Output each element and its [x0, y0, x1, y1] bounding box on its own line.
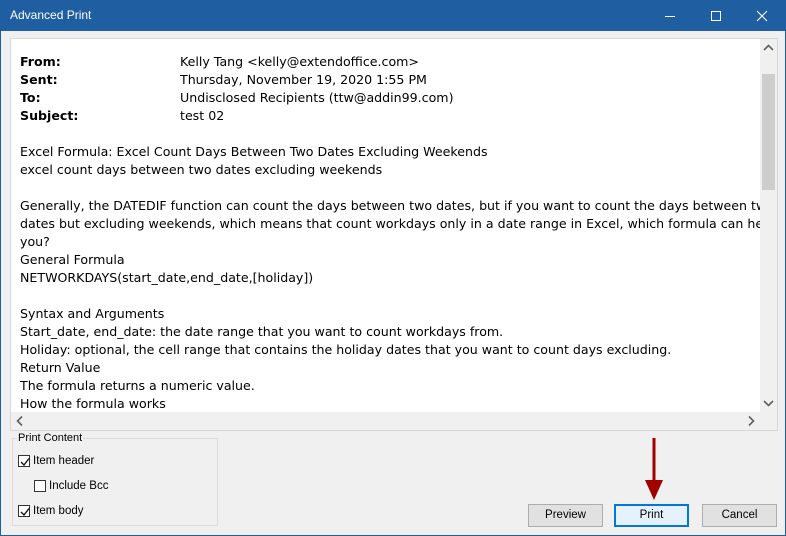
minimize-button[interactable] — [647, 1, 693, 31]
header-row-sent: Sent: Thursday, November 19, 2020 1:55 P… — [20, 71, 760, 89]
body-line: Return Value — [20, 360, 101, 375]
body-line: dates but excluding weekends, which mean… — [20, 216, 775, 231]
chevron-left-icon — [16, 415, 23, 427]
checkbox-box[interactable] — [34, 480, 46, 492]
chevron-down-icon — [763, 400, 774, 407]
advanced-print-dialog: Advanced Print From: Kelly Tang <kelly@e… — [0, 0, 786, 536]
checkbox-label: Include Bcc — [49, 480, 109, 492]
scroll-left-button[interactable] — [11, 412, 28, 430]
cancel-button[interactable]: Cancel — [702, 504, 777, 527]
close-icon — [756, 10, 768, 22]
horizontal-scrollbar[interactable] — [11, 412, 760, 430]
body-line: The formula returns a numeric value. — [20, 378, 255, 393]
maximize-button[interactable] — [693, 1, 739, 31]
scroll-right-button[interactable] — [743, 412, 760, 430]
scrollbar-corner — [760, 412, 777, 430]
body-line: General Formula — [20, 252, 125, 267]
header-value: Undisclosed Recipients (ttw@addin99.com) — [180, 90, 454, 105]
email-preview-pane[interactable]: From: Kelly Tang <kelly@extendoffice.com… — [10, 38, 778, 431]
preview-button[interactable]: Preview — [528, 504, 603, 527]
email-body: Excel Formula: Excel Count Days Between … — [20, 125, 775, 413]
header-value: test 02 — [180, 108, 225, 123]
body-line: Start_date, end_date: the date range tha… — [20, 324, 504, 339]
checkbox-label: Item body — [33, 505, 84, 517]
window-title: Advanced Print — [10, 8, 92, 22]
checkbox-box[interactable] — [18, 505, 30, 517]
header-label: From: — [20, 54, 61, 69]
chevron-right-icon — [748, 415, 755, 427]
header-label: To: — [20, 90, 41, 105]
title-bar[interactable]: Advanced Print — [1, 1, 785, 31]
minimize-icon — [665, 16, 675, 17]
print-content-group: Print Content Item header Include Bcc It… — [12, 432, 218, 526]
close-button[interactable] — [739, 1, 785, 31]
vertical-scrollbar[interactable] — [760, 39, 777, 412]
header-value: Thursday, November 19, 2020 1:55 PM — [180, 72, 427, 87]
body-line: Excel Formula: Excel Count Days Between … — [20, 144, 488, 159]
body-line: How the formula works — [20, 396, 166, 411]
header-label: Sent: — [20, 72, 58, 87]
body-line: Generally, the DATEDIF function can coun… — [20, 198, 774, 213]
chevron-up-icon — [763, 44, 774, 51]
email-content: From: Kelly Tang <kelly@extendoffice.com… — [20, 53, 775, 413]
body-line: Syntax and Arguments — [20, 306, 165, 321]
scroll-down-button[interactable] — [760, 395, 777, 412]
annotation-arrow-icon — [645, 438, 663, 500]
checkmark-icon — [20, 508, 30, 517]
scroll-thumb[interactable] — [762, 74, 775, 190]
header-row-from: From: Kelly Tang <kelly@extendoffice.com… — [20, 53, 760, 71]
checkbox-label: Item header — [33, 455, 95, 467]
group-label: Print Content — [17, 432, 84, 444]
header-row-to: To: Undisclosed Recipients (ttw@addin99.… — [20, 89, 760, 107]
body-line: Holiday: optional, the cell range that c… — [20, 342, 672, 357]
header-value: Kelly Tang <kelly@extendoffice.com> — [180, 54, 419, 69]
body-line: excel count days between two dates exclu… — [20, 162, 383, 177]
body-line: NETWORKDAYS(start_date,end_date,[holiday… — [20, 270, 314, 285]
header-label: Subject: — [20, 108, 79, 123]
body-line: you? — [20, 234, 50, 249]
checkbox-box[interactable] — [18, 455, 30, 467]
maximize-icon — [711, 11, 721, 21]
print-button[interactable]: Print — [614, 504, 689, 527]
scroll-up-button[interactable] — [760, 39, 777, 56]
checkmark-icon — [20, 458, 30, 467]
header-row-subject: Subject: test 02 — [20, 107, 760, 125]
